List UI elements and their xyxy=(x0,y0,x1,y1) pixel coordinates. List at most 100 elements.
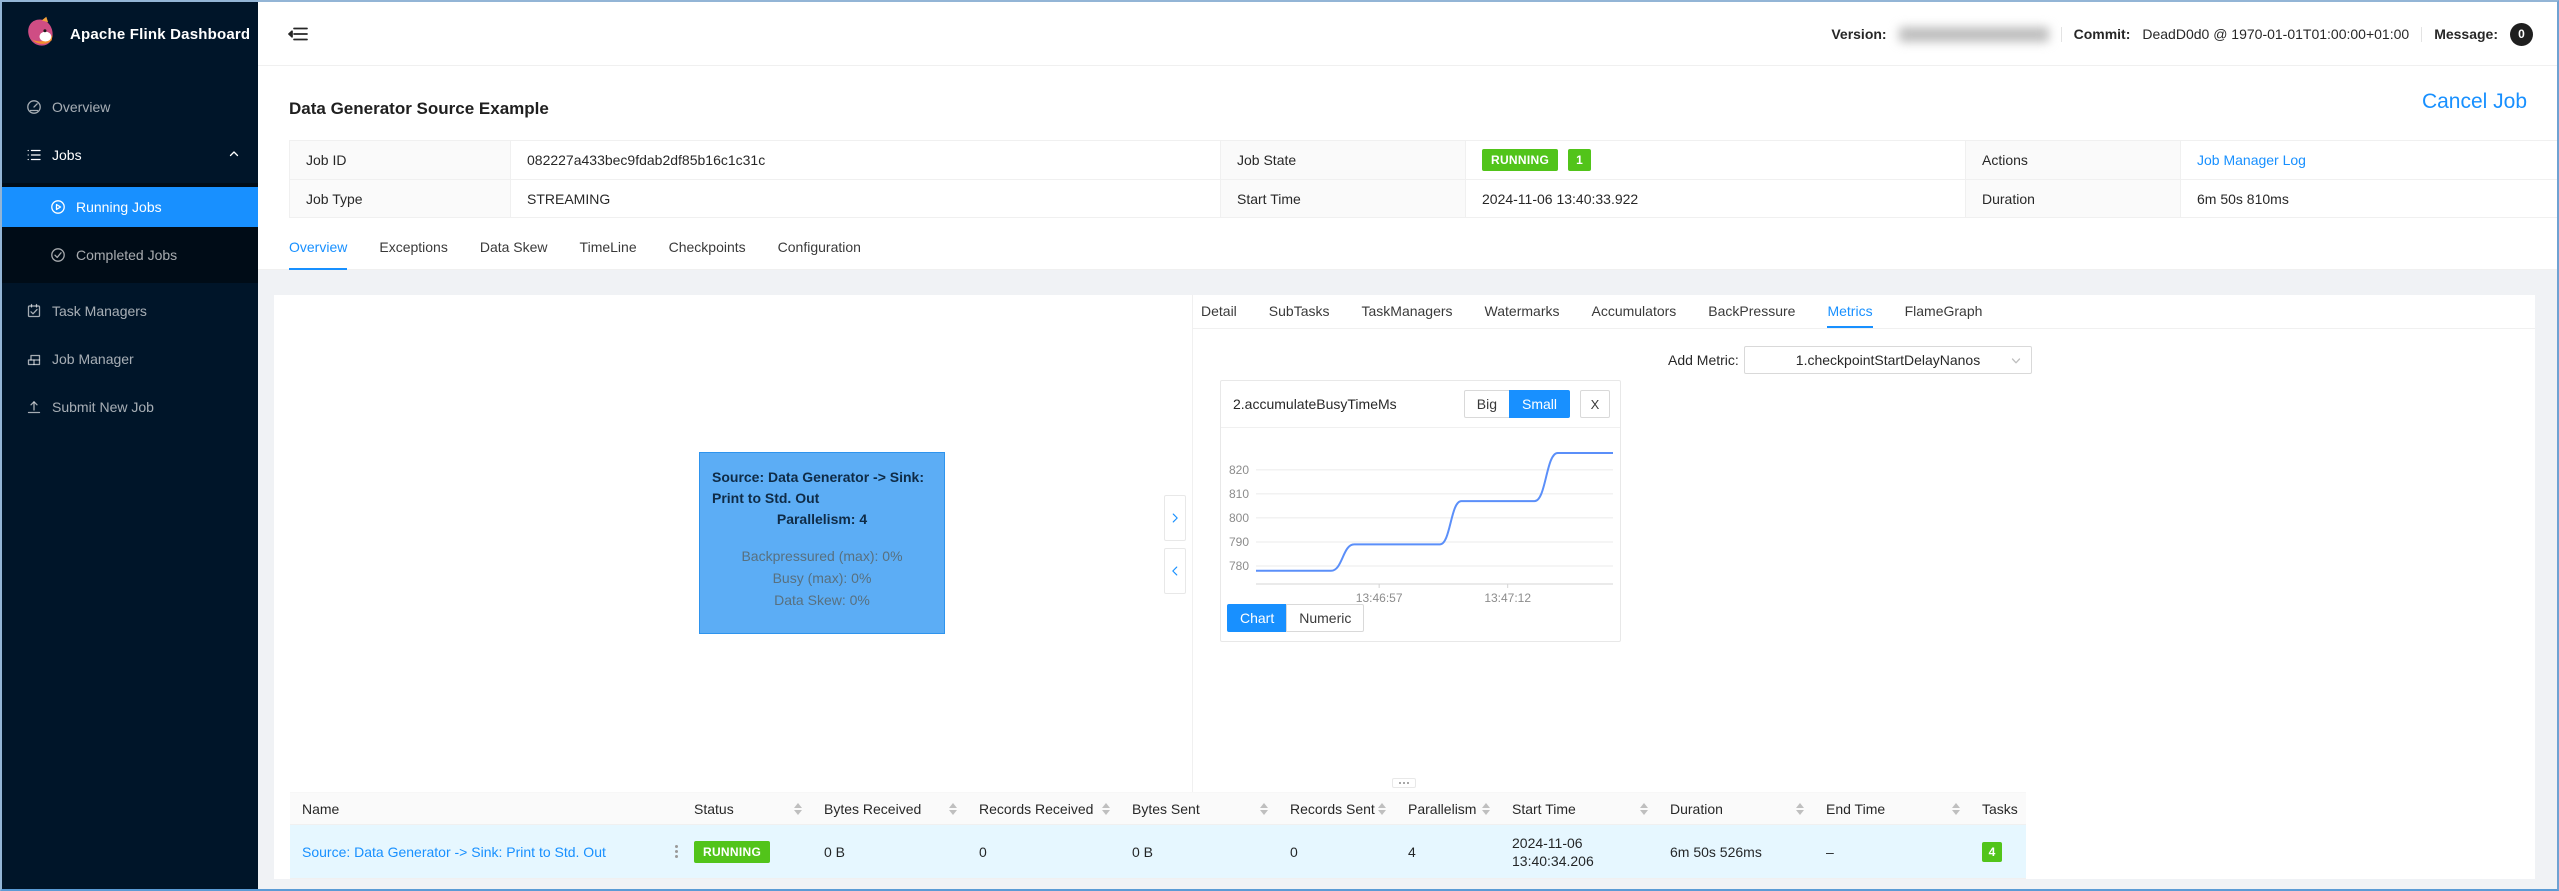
check-circle-icon xyxy=(50,247,66,263)
chevron-down-icon xyxy=(2011,356,2021,366)
tab-accumulators[interactable]: Accumulators xyxy=(1591,295,1676,328)
metric-card-header: 2.accumulateBusyTimeMs Big Small X xyxy=(1221,381,1620,428)
sidebar-item-submit-new-job[interactable]: Submit New Job xyxy=(2,387,258,427)
sort-icon xyxy=(1952,803,1960,815)
sidebar-menu: Overview Jobs Running Jobs Completed Job… xyxy=(2,87,258,435)
chevron-up-icon xyxy=(228,148,240,160)
message-label: Message: xyxy=(2434,26,2498,42)
svg-text:800: 800 xyxy=(1229,511,1249,525)
big-button[interactable]: Big xyxy=(1464,390,1510,418)
ellipsis-icon xyxy=(1403,782,1405,784)
sort-icon xyxy=(1102,803,1110,815)
tab-checkpoints[interactable]: Checkpoints xyxy=(669,226,746,270)
tab-data-skew[interactable]: Data Skew xyxy=(480,226,548,270)
table-row[interactable]: Source: Data Generator -> Sink: Print to… xyxy=(290,825,2026,879)
version-label: Version: xyxy=(1831,26,1886,42)
tab-subtasks[interactable]: SubTasks xyxy=(1269,295,1330,328)
tab-timeline[interactable]: TimeLine xyxy=(580,226,637,270)
dashboard-icon xyxy=(26,99,42,115)
commit-label: Commit: xyxy=(2074,26,2131,42)
drag-handle-icon[interactable] xyxy=(675,850,678,853)
duration-value: 6m 50s 810ms xyxy=(2180,179,2559,217)
col-parallelism[interactable]: Parallelism xyxy=(1396,792,1500,825)
svg-text:820: 820 xyxy=(1229,463,1249,477)
col-duration[interactable]: Duration xyxy=(1658,792,1814,825)
metric-chart-card: 2.accumulateBusyTimeMs Big Small X 78079… xyxy=(1220,380,1621,642)
job-state-label: Job State xyxy=(1220,141,1465,179)
sidebar-item-jobs[interactable]: Jobs xyxy=(2,135,258,175)
svg-text:790: 790 xyxy=(1229,535,1249,549)
cell-records-received: 0 xyxy=(967,825,1120,879)
chevron-left-icon xyxy=(1168,564,1182,578)
cell-parallelism: 4 xyxy=(1396,825,1500,879)
sidebar-item-task-managers[interactable]: Task Managers xyxy=(2,291,258,331)
app-logo[interactable]: Apache Flink Dashboard xyxy=(2,2,258,66)
menu-fold-icon[interactable] xyxy=(288,25,308,43)
sort-icon xyxy=(949,803,957,815)
page-title: Data Generator Source Example xyxy=(289,99,549,119)
tab-overview[interactable]: Overview xyxy=(289,226,347,270)
numeric-view-button[interactable]: Numeric xyxy=(1286,604,1364,632)
actions-label: Actions xyxy=(1965,141,2180,179)
actions-value: Job Manager Log xyxy=(2180,141,2559,179)
vertex-name-link[interactable]: Source: Data Generator -> Sink: Print to… xyxy=(302,844,606,860)
expand-panel-button[interactable] xyxy=(1164,495,1186,541)
flink-dashboard-window: Apache Flink Dashboard Overview Jobs Run… xyxy=(0,0,2559,891)
node-backpressured: Backpressured (max): 0% xyxy=(712,545,932,567)
col-bytes-received[interactable]: Bytes Received xyxy=(812,792,967,825)
svg-text:810: 810 xyxy=(1229,487,1249,501)
flink-squirrel-logo-icon xyxy=(22,15,58,54)
job-manager-log-link[interactable]: Job Manager Log xyxy=(2197,152,2306,168)
job-type-value: STREAMING xyxy=(510,179,1220,217)
cell-bytes-received: 0 B xyxy=(812,825,967,879)
tab-flamegraph[interactable]: FlameGraph xyxy=(1905,295,1983,328)
node-busy: Busy (max): 0% xyxy=(712,567,932,589)
tab-exceptions[interactable]: Exceptions xyxy=(379,226,447,270)
col-records-received[interactable]: Records Received xyxy=(967,792,1120,825)
job-id-value: 082227a433bec9fdab2df85b16c1c31c xyxy=(510,141,1220,179)
metric-title: 2.accumulateBusyTimeMs xyxy=(1233,396,1464,412)
message-count-badge[interactable]: 0 xyxy=(2510,23,2533,46)
col-records-sent[interactable]: Records Sent xyxy=(1278,792,1396,825)
sort-icon xyxy=(1640,803,1648,815)
col-start-time[interactable]: Start Time xyxy=(1500,792,1658,825)
job-id-label: Job ID xyxy=(290,141,510,179)
sidebar: Apache Flink Dashboard Overview Jobs Run… xyxy=(2,2,258,889)
sidebar-item-job-manager[interactable]: Job Manager xyxy=(2,339,258,379)
cell-name: Source: Data Generator -> Sink: Print to… xyxy=(290,825,682,879)
start-time-label: Start Time xyxy=(1220,179,1465,217)
sidebar-item-running-jobs[interactable]: Running Jobs xyxy=(2,187,258,227)
node-name: Source: Data Generator -> Sink: Print to… xyxy=(712,467,932,509)
duration-label: Duration xyxy=(1965,179,2180,217)
tab-metrics[interactable]: Metrics xyxy=(1827,295,1872,328)
small-button[interactable]: Small xyxy=(1509,390,1570,418)
cell-status: RUNNING xyxy=(682,825,812,879)
add-metric-select[interactable]: 1.checkpointStartDelayNanos xyxy=(1744,346,2032,374)
running-status-badge: RUNNING xyxy=(694,841,770,863)
cell-end-time: – xyxy=(1814,825,1970,879)
close-metric-button[interactable]: X xyxy=(1580,390,1610,418)
job-graph-node[interactable]: Source: Data Generator -> Sink: Print to… xyxy=(699,452,945,634)
vertices-table: Name Status Bytes Received Records Recei… xyxy=(290,792,2026,879)
sidebar-item-completed-jobs[interactable]: Completed Jobs xyxy=(2,235,258,275)
col-end-time[interactable]: End Time xyxy=(1814,792,1970,825)
collapse-panel-button[interactable] xyxy=(1164,548,1186,594)
add-metric-value: 1.checkpointStartDelayNanos xyxy=(1796,352,1980,368)
cancel-job-button[interactable]: Cancel Job xyxy=(2422,90,2527,114)
col-status[interactable]: Status xyxy=(682,792,812,825)
version-value-redacted xyxy=(1899,27,2049,42)
start-time-value: 2024-11-06 13:40:33.922 xyxy=(1465,179,1965,217)
tab-detail[interactable]: Detail xyxy=(1201,295,1237,328)
sidebar-item-overview[interactable]: Overview xyxy=(2,87,258,127)
tab-taskmanagers[interactable]: TaskManagers xyxy=(1362,295,1453,328)
job-type-label: Job Type xyxy=(290,179,510,217)
chart-view-button[interactable]: Chart xyxy=(1227,604,1287,632)
col-bytes-sent[interactable]: Bytes Sent xyxy=(1120,792,1278,825)
tab-watermarks[interactable]: Watermarks xyxy=(1485,295,1560,328)
tab-backpressure[interactable]: BackPressure xyxy=(1708,295,1795,328)
split-handle[interactable] xyxy=(1392,778,1416,788)
tab-configuration[interactable]: Configuration xyxy=(778,226,861,270)
col-name: Name xyxy=(290,792,682,825)
schedule-icon xyxy=(26,303,42,319)
svg-text:13:47:12: 13:47:12 xyxy=(1484,591,1531,605)
